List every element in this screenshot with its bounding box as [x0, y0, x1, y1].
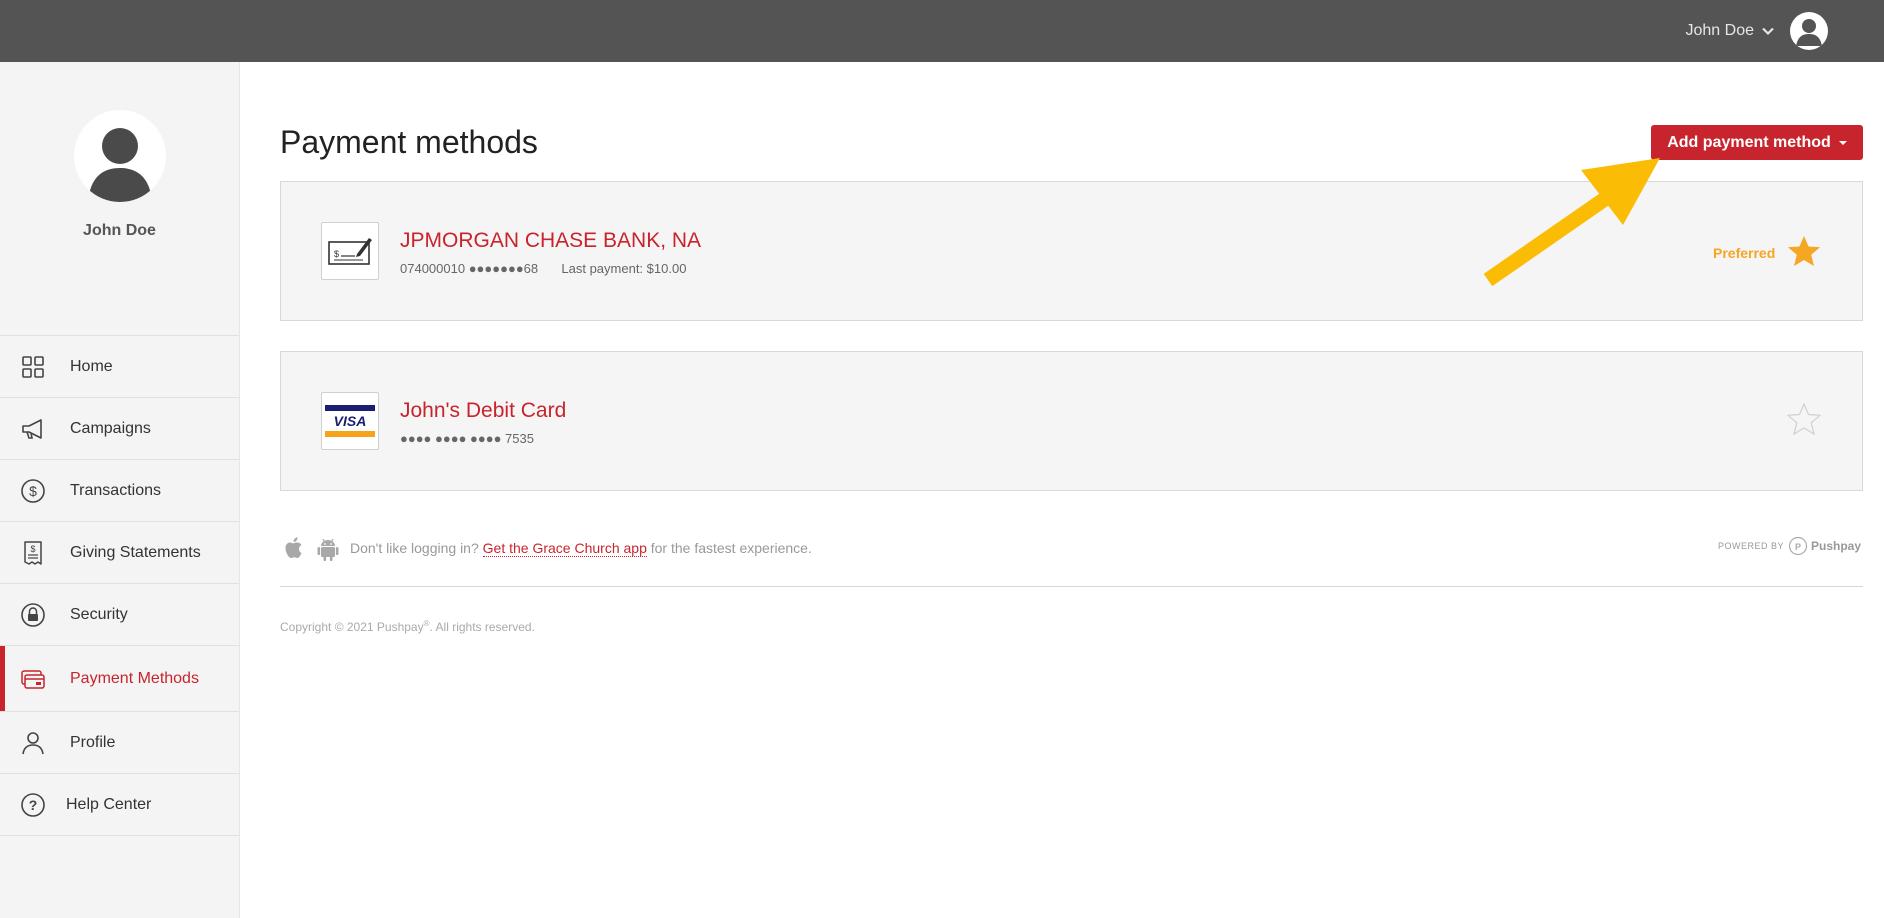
app-promo-text: Don't like logging in? Get the Grace Chu…	[350, 540, 812, 557]
grid-icon	[22, 355, 44, 378]
person-silhouette-icon	[1796, 19, 1822, 46]
powered-by-label: POWERED BY	[1718, 541, 1785, 551]
person-icon	[22, 731, 44, 754]
account-number: ●●●●●●●68	[468, 261, 539, 276]
add-payment-method-label: Add payment method	[1667, 133, 1831, 151]
credit-cards-icon	[21, 669, 45, 689]
sidebar-item-label: Security	[70, 605, 128, 623]
payment-method-name: John's Debit Card	[400, 399, 567, 422]
payment-method-card[interactable]: VISA John's Debit Card ●●●● ●●●● ●●●● 75…	[280, 351, 1863, 491]
copyright: Copyright © 2021 Pushpay®. All rights re…	[280, 619, 535, 634]
pushpay-brand: Pushpay	[1811, 539, 1862, 553]
svg-text:$: $	[30, 544, 35, 554]
question-circle-icon: ?	[21, 792, 45, 817]
svg-text:?: ?	[29, 797, 38, 813]
sidebar: John Doe Home Campaigns $ Transactions $	[0, 62, 240, 918]
app-promo-prefix: Don't like logging in?	[350, 540, 479, 556]
star-outline-icon[interactable]	[1787, 402, 1821, 436]
user-menu[interactable]: John Doe	[1685, 12, 1828, 50]
payment-method-card[interactable]: $ JPMORGAN CHASE BANK, NA 074000010 ●●●●…	[280, 181, 1863, 321]
page-title: Payment methods	[280, 124, 538, 160]
svg-text:$: $	[29, 483, 37, 499]
sidebar-item-label: Profile	[70, 733, 116, 751]
sidebar-item-label: Payment Methods	[70, 669, 199, 687]
star-filled-icon[interactable]	[1787, 234, 1821, 268]
preferred-label: Preferred	[1713, 245, 1776, 261]
lock-icon	[21, 602, 45, 627]
sidebar-item-home[interactable]: Home	[0, 336, 239, 398]
sidebar-item-label: Campaigns	[70, 419, 151, 437]
card-number: ●●●● ●●●● ●●●● 7535	[400, 431, 534, 446]
sidebar-item-label: Transactions	[70, 481, 161, 499]
app-promo: Don't like logging in? Get the Grace Chu…	[280, 532, 812, 564]
user-menu-name: John Doe	[1685, 22, 1755, 39]
pushpay-logo-icon: P	[1788, 536, 1808, 556]
sidebar-item-transactions[interactable]: $ Transactions	[0, 460, 239, 522]
sidebar-item-label: Giving Statements	[70, 543, 201, 561]
megaphone-icon	[22, 418, 42, 439]
dollar-circle-icon: $	[21, 478, 45, 503]
payment-method-name: JPMORGAN CHASE BANK, NA	[400, 229, 702, 252]
sidebar-item-campaigns[interactable]: Campaigns	[0, 398, 239, 460]
sidebar-item-label: Home	[70, 357, 113, 375]
sidebar-item-profile[interactable]: Profile	[0, 712, 239, 774]
check-icon: $	[321, 222, 379, 280]
copyright-suffix: . All rights reserved.	[429, 620, 535, 634]
get-app-link[interactable]: Get the Grace Church app	[482, 540, 647, 557]
sidebar-item-label: Help Center	[66, 795, 152, 813]
receipt-icon: $	[24, 540, 42, 565]
profile-name: John Doe	[83, 222, 156, 239]
sidebar-item-security[interactable]: Security	[0, 584, 239, 646]
sidebar-profile: John Doe	[0, 110, 239, 336]
sidebar-item-payment-methods[interactable]: Payment Methods	[0, 646, 239, 712]
powered-by-pushpay[interactable]: POWERED BY P Pushpay	[1718, 535, 1861, 557]
chevron-down-icon	[1762, 27, 1774, 36]
visa-brand-text: VISA	[334, 413, 367, 429]
svg-text:$: $	[334, 249, 339, 259]
sidebar-item-help-center[interactable]: ? Help Center	[0, 774, 239, 836]
routing-number: 074000010	[400, 261, 466, 276]
android-icon[interactable]	[314, 534, 342, 562]
user-avatar-icon[interactable]	[1790, 12, 1828, 50]
app-promo-suffix: for the fastest experience.	[650, 540, 812, 556]
apple-icon[interactable]	[280, 534, 308, 562]
avatar[interactable]	[73, 110, 166, 202]
top-bar: John Doe	[0, 0, 1884, 62]
svg-text:P: P	[1795, 542, 1801, 552]
add-payment-method-button[interactable]: Add payment method	[1651, 125, 1863, 160]
sidebar-item-giving-statements[interactable]: $ Giving Statements	[0, 522, 239, 584]
visa-card-icon: VISA	[321, 392, 379, 450]
copyright-prefix: Copyright © 2021 Pushpay	[280, 620, 424, 634]
payment-method-details: 074000010 ●●●●●●●68 Last payment: $10.00	[400, 261, 686, 276]
footer-divider	[280, 586, 1863, 587]
last-payment: Last payment: $10.00	[561, 261, 687, 276]
caret-down-icon	[1838, 140, 1847, 145]
person-silhouette-icon	[87, 128, 152, 202]
